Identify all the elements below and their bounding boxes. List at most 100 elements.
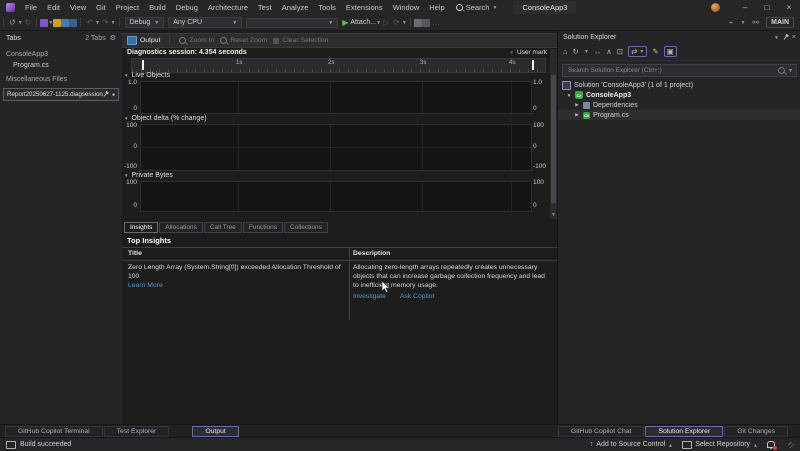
branch-indicator[interactable]: MAIN xyxy=(766,17,794,28)
pin-icon[interactable] xyxy=(103,92,107,96)
save-icon[interactable] xyxy=(61,19,69,27)
clear-selection-button[interactable]: Clear Selection xyxy=(273,37,328,44)
tab-insights[interactable]: Insights xyxy=(124,222,158,233)
menu-window[interactable]: Window xyxy=(388,2,425,13)
pin-icon[interactable] xyxy=(783,35,787,39)
unsaved-dot-icon[interactable]: ● xyxy=(112,92,115,98)
timeline-ruler[interactable]: 1s 2s 3s 4s xyxy=(131,58,546,73)
scroll-down-icon[interactable]: ▼ xyxy=(550,212,557,218)
menu-file[interactable]: File xyxy=(20,2,42,13)
navigate-forward-icon[interactable]: ↻ xyxy=(23,19,34,27)
insight-row-title-cell[interactable]: Zero Length Array (System.String[0]) exc… xyxy=(128,263,342,291)
menu-build[interactable]: Build xyxy=(144,2,171,13)
close-icon[interactable]: × xyxy=(792,34,796,41)
live-objects-chart[interactable] xyxy=(140,81,532,114)
scrollbar-thumb[interactable] xyxy=(551,75,556,203)
tab-github-copilot-terminal[interactable]: GitHub Copilot Terminal xyxy=(5,426,103,437)
menu-edit[interactable]: Edit xyxy=(42,2,65,13)
menu-architecture[interactable]: Architecture xyxy=(203,2,253,13)
minimize-button[interactable]: – xyxy=(734,3,756,12)
object-delta-chart[interactable] xyxy=(140,124,532,171)
charts-scrollbar[interactable]: ▼ xyxy=(550,49,557,219)
edit-filter-icon[interactable]: ✎ xyxy=(652,47,658,56)
tab-git-changes[interactable]: Git Changes xyxy=(724,426,788,437)
tree-item-dependencies[interactable]: ▶ Dependencies xyxy=(558,100,800,110)
open-folder-icon[interactable] xyxy=(53,19,61,27)
solution-search-input[interactable] xyxy=(566,66,775,75)
private-bytes-chart[interactable] xyxy=(140,181,532,212)
menu-analyze[interactable]: Analyze xyxy=(277,2,314,13)
chevron-collapsed-icon[interactable]: ▶ xyxy=(574,112,580,118)
column-header-title[interactable]: Title xyxy=(128,250,142,257)
tab-solution-explorer[interactable]: Solution Explorer xyxy=(645,426,723,437)
live-share-icon[interactable]: ⌁ xyxy=(727,19,736,27)
chevron-down-icon[interactable]: ▼ xyxy=(740,20,745,26)
hot-reload-icon[interactable]: ⟳ xyxy=(391,19,402,27)
tree-item-program-cs[interactable]: ▶ C# Program.cs xyxy=(558,110,800,120)
menu-project[interactable]: Project xyxy=(111,2,144,13)
new-project-icon[interactable] xyxy=(40,19,48,27)
tab-allocations[interactable]: Allocations xyxy=(159,222,202,233)
command-window-icon[interactable] xyxy=(422,19,430,27)
start-debug-icon[interactable]: ▶ xyxy=(340,19,350,27)
section-header-live-objects[interactable]: ▼ Live Objects xyxy=(124,72,170,79)
chevron-collapsed-icon[interactable]: ▶ xyxy=(574,102,580,108)
chevron-down-icon[interactable]: ▼ xyxy=(774,35,779,41)
chevron-down-icon[interactable]: ▼ xyxy=(788,68,793,74)
menu-view[interactable]: View xyxy=(65,2,91,13)
add-to-source-control-button[interactable]: ↑ Add to Source Control ▼ xyxy=(590,441,673,448)
maximize-button[interactable]: □ xyxy=(756,3,778,12)
menu-debug[interactable]: Debug xyxy=(171,2,203,13)
sync-icon[interactable]: ⚯ xyxy=(750,19,761,27)
refresh-icon[interactable]: ↻ xyxy=(573,47,579,56)
tab-output[interactable]: Output xyxy=(192,426,238,437)
toolbar-overflow-icon[interactable]: … xyxy=(430,19,442,27)
tree-item-solution[interactable]: Solution 'ConsoleApp3' (1 of 1 project) xyxy=(558,80,800,90)
switch-views-icon[interactable]: ⌂ xyxy=(563,47,568,56)
tab-functions[interactable]: Functions xyxy=(243,222,283,233)
tab-github-copilot-chat[interactable]: GitHub Copilot Chat xyxy=(558,426,644,437)
navigate-back-icon[interactable]: ↺ xyxy=(7,19,18,27)
scope-up-icon[interactable]: ∧ xyxy=(606,47,612,56)
menu-test[interactable]: Test xyxy=(253,2,277,13)
startup-item-dropdown[interactable]: ▼ xyxy=(246,18,338,28)
gear-icon[interactable]: ⚙ xyxy=(110,34,116,42)
resize-grip[interactable] xyxy=(788,442,794,448)
menu-extensions[interactable]: Extensions xyxy=(341,2,388,13)
tab-item-program-cs[interactable]: Program.cs xyxy=(0,60,122,71)
properties-icon[interactable]: ⊡ xyxy=(617,47,623,56)
chevron-down-icon[interactable]: ▼ xyxy=(584,49,589,55)
collapse-all-icon[interactable]: ↔ xyxy=(594,47,602,56)
redo-icon[interactable]: ↷ xyxy=(100,19,111,27)
section-header-private-bytes[interactable]: ▼ Private Bytes xyxy=(124,172,173,179)
tree-item-project[interactable]: ▼ C# ConsoleApp3 xyxy=(558,90,800,100)
ask-copilot-link[interactable]: Ask Copilot xyxy=(400,292,434,301)
session-end-marker[interactable] xyxy=(532,60,534,70)
save-all-icon[interactable] xyxy=(69,19,77,27)
column-header-description[interactable]: Description xyxy=(353,250,390,257)
session-start-marker[interactable] xyxy=(142,60,144,70)
solution-search-box[interactable]: ▼ xyxy=(562,64,797,77)
section-header-object-delta[interactable]: ▼ Object delta (% change) xyxy=(124,115,207,122)
find-in-files-icon[interactable] xyxy=(414,19,422,27)
output-button[interactable]: Output xyxy=(127,36,160,45)
tab-test-explorer[interactable]: Test Explorer xyxy=(104,426,170,437)
close-button[interactable]: × xyxy=(778,3,800,12)
attach-button[interactable]: Attach... xyxy=(350,19,376,26)
reset-zoom-button[interactable]: Reset Zoom xyxy=(220,37,267,44)
search-box[interactable]: Search ▼ xyxy=(456,3,498,12)
show-all-files-toggle[interactable]: ▣ xyxy=(664,46,677,57)
menu-help[interactable]: Help xyxy=(424,2,449,13)
menu-git[interactable]: Git xyxy=(91,2,111,13)
menu-tools[interactable]: Tools xyxy=(313,2,341,13)
solution-platforms-dropdown[interactable]: Any CPU ▼ xyxy=(168,17,242,28)
tab-collections[interactable]: Collections xyxy=(284,222,328,233)
notifications-button[interactable] xyxy=(767,441,775,448)
tab-item-diagsession[interactable]: Report20250627-1125.diagsession ● xyxy=(3,88,119,101)
chevron-expanded-icon[interactable]: ▼ xyxy=(566,93,572,98)
solution-configurations-dropdown[interactable]: Debug ▼ xyxy=(125,17,165,28)
zoom-in-button[interactable]: Zoom In xyxy=(179,37,214,44)
learn-more-link[interactable]: Learn More xyxy=(128,282,163,289)
sync-with-active-document-toggle[interactable]: ⇄ ▼ xyxy=(628,46,647,57)
tab-call-tree[interactable]: Call Tree xyxy=(204,222,242,233)
